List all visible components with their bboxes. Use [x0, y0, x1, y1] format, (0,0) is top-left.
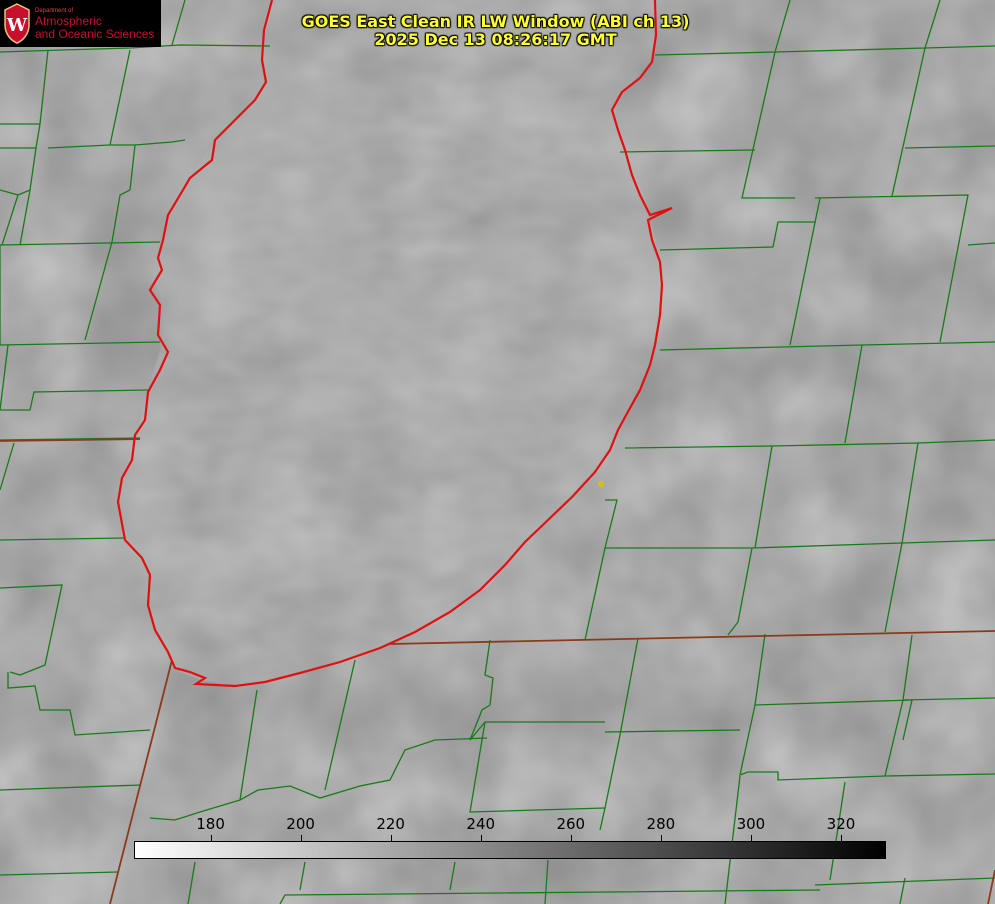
- colorbar-tick-mark: [840, 835, 842, 841]
- colorbar-tick-label: 200: [286, 815, 315, 833]
- colorbar-tick-label: 320: [826, 815, 856, 833]
- colorbar-tick-mark: [660, 835, 662, 841]
- colorbar-tick-label: 220: [376, 815, 405, 833]
- colorbar-tick-mark: [390, 835, 392, 841]
- colorbar-tick-label: 180: [196, 815, 225, 833]
- location-marker-icon: [598, 481, 604, 487]
- image-title: GOES East Clean IR LW Window (ABI ch 13): [301, 12, 690, 31]
- colorbar-tick-label: 280: [646, 815, 676, 833]
- colorbar: [134, 841, 886, 859]
- colorbar-tick-label: 260: [556, 815, 586, 833]
- colorbar-tick-mark: [300, 835, 302, 841]
- colorbar-tick-mark: [750, 835, 752, 841]
- colorbar-tick-label: 240: [466, 815, 496, 833]
- colorbar-tick-mark: [480, 835, 482, 841]
- colorbar-tick-mark: [570, 835, 572, 841]
- satellite-map: [0, 0, 995, 904]
- colorbar-tick-mark: [210, 835, 212, 841]
- colorbar-tick-label: 300: [736, 815, 766, 833]
- image-timestamp: 2025 Dec 13 08:26:17 GMT: [374, 30, 617, 49]
